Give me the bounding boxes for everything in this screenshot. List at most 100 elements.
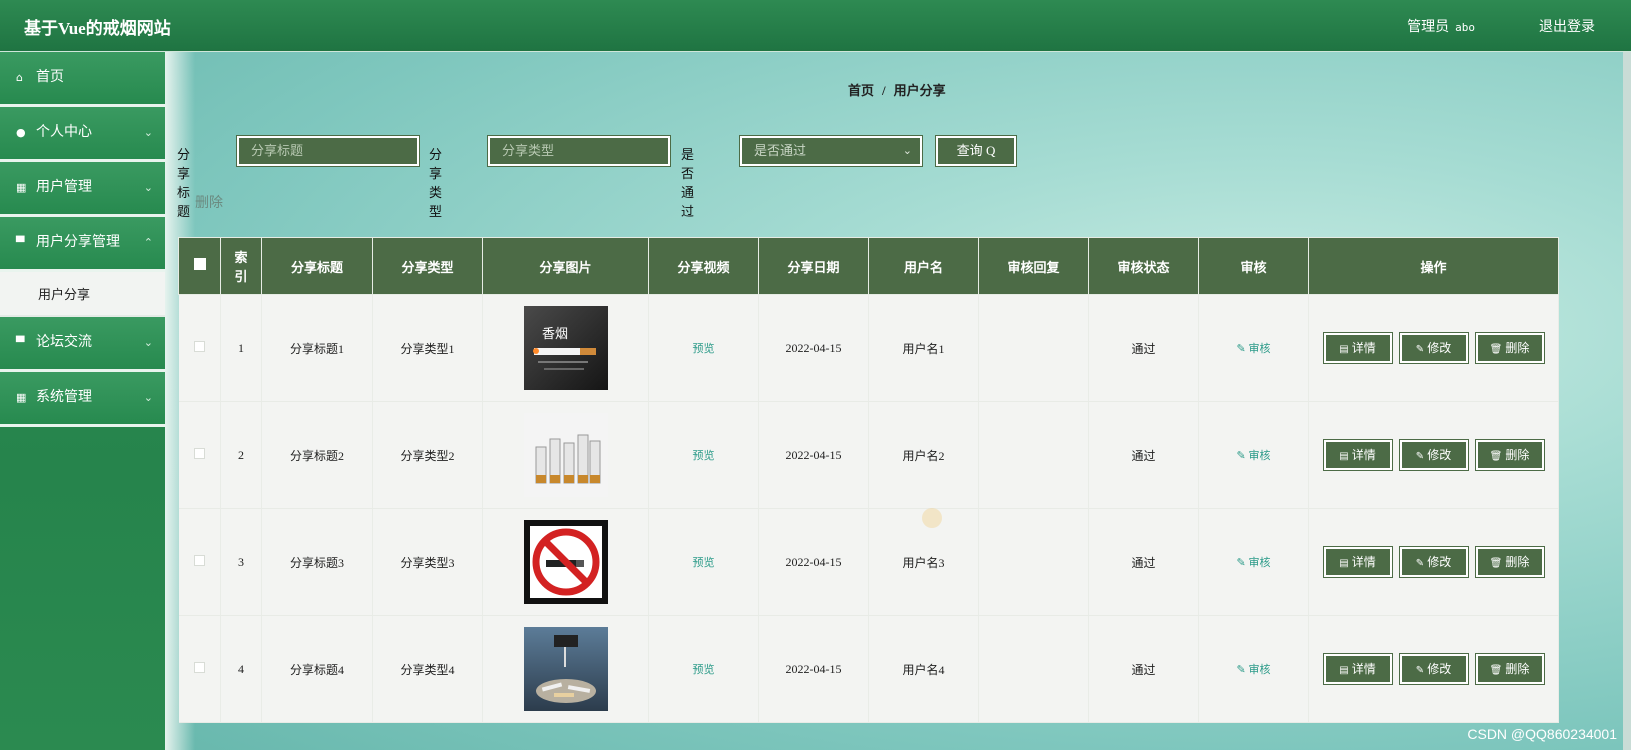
video-preview-link[interactable]: 预览 — [693, 343, 715, 355]
select-all-checkbox[interactable] — [193, 258, 206, 270]
header-audit: 审核 — [1198, 237, 1309, 295]
document-icon: ▤ — [1339, 665, 1349, 676]
row-checkbox[interactable] — [193, 554, 205, 566]
pass-status-select[interactable]: 是否通过 ⌄ — [739, 135, 923, 167]
audit-link[interactable]: ✎ 审核 — [1237, 664, 1271, 676]
header-audit-status: 审核状态 — [1088, 237, 1199, 295]
detail-button[interactable]: ▤ 详情 — [1322, 653, 1393, 685]
delete-button[interactable]: 🗑 删除 — [1474, 546, 1545, 578]
sidebar-item-label: 用户分享管理 — [36, 235, 120, 250]
video-preview-link[interactable]: 预览 — [693, 664, 715, 676]
search-icon: Q — [985, 143, 996, 158]
edit-button[interactable]: ✎ 修改 — [1398, 546, 1469, 578]
header-type: 分享类型 — [372, 237, 483, 295]
sidebar-item-system-management[interactable]: ▦ 系统管理 ⌄ — [0, 372, 165, 427]
edit-icon: ✎ — [1236, 343, 1249, 355]
row-checkbox[interactable] — [193, 447, 205, 459]
query-button[interactable]: 查询 Q — [935, 135, 1017, 167]
share-type-input[interactable] — [487, 135, 671, 167]
row-reply — [978, 508, 1089, 616]
sidebar-item-user-management[interactable]: ▦ 用户管理 ⌄ — [0, 162, 165, 217]
edit-button[interactable]: ✎ 修改 — [1398, 653, 1469, 685]
vertical-scrollbar[interactable] — [1623, 52, 1631, 750]
row-date: 2022-04-15 — [758, 615, 869, 723]
breadcrumb: 首页 / 用户分享 — [848, 83, 946, 98]
row-operations: ▤ 详情 ✎ 修改 🗑 删除 — [1308, 508, 1559, 616]
share-title-label: 分享标题 — [177, 147, 191, 219]
video-preview-link[interactable]: 预览 — [693, 557, 715, 569]
chat-icon: ▀ — [16, 336, 25, 349]
detail-button[interactable]: ▤ 详情 — [1322, 439, 1393, 471]
trash-icon: 🗑 — [1489, 344, 1503, 355]
logout-button[interactable]: 退出登录 — [1539, 16, 1595, 36]
edit-icon: ✎ — [1415, 558, 1425, 569]
row-status: 通过 — [1088, 401, 1199, 509]
audit-link[interactable]: ✎ 审核 — [1237, 343, 1271, 355]
edit-icon: ✎ — [1236, 450, 1249, 462]
document-icon: ▤ — [1339, 451, 1349, 462]
pass-status-label: 是否通过 — [681, 147, 695, 219]
table-row: 2 分享标题2 分享类型2 预览 2022-04-15 用户名2 通过 ✎ 审核… — [178, 401, 1559, 509]
trash-icon: 🗑 — [1489, 558, 1503, 569]
edit-button[interactable]: ✎ 修改 — [1398, 439, 1469, 471]
chevron-down-icon: ⌄ — [143, 181, 153, 194]
row-checkbox[interactable] — [193, 661, 205, 673]
row-index: 4 — [220, 615, 262, 723]
row-operations: ▤ 详情 ✎ 修改 🗑 删除 — [1308, 615, 1559, 723]
share-title-input[interactable] — [236, 135, 420, 167]
sidebar-item-forum[interactable]: ▀ 论坛交流 ⌄ — [0, 317, 165, 372]
batch-delete-button[interactable]: 删除 — [195, 192, 223, 212]
cigarette-image[interactable]: 香烟 — [523, 306, 608, 390]
row-date: 2022-04-15 — [758, 508, 869, 616]
current-user: 管理员 abo — [1407, 16, 1475, 36]
row-title: 分享标题3 — [261, 508, 373, 616]
table-header-row: 索引 分享标题 分享类型 分享图片 分享视频 分享日期 用户名 审核回复 审核状… — [178, 237, 1559, 295]
table-row: 1 分享标题1 分享类型1 香烟 预览 2022-04-15 用户名1 通过 ✎… — [178, 294, 1559, 402]
top-bar: 基于Vue的戒烟网站 管理员 abo 退出登录 — [0, 0, 1631, 52]
sidebar-item-share-management[interactable]: ▀ 用户分享管理 ⌃ — [0, 217, 165, 272]
edit-button[interactable]: ✎ 修改 — [1398, 332, 1469, 364]
select-all-header — [178, 237, 221, 295]
row-title: 分享标题4 — [261, 615, 373, 723]
sidebar-item-home[interactable]: ⌂ 首页 — [0, 52, 165, 107]
row-checkbox[interactable] — [193, 340, 205, 352]
row-image-cell: 香烟 — [482, 294, 649, 402]
row-status: 通过 — [1088, 615, 1199, 723]
username: abo — [1455, 21, 1475, 34]
document-icon: ▤ — [1339, 558, 1349, 569]
breadcrumb-home[interactable]: 首页 — [848, 83, 874, 98]
trash-icon: 🗑 — [1489, 451, 1503, 462]
sidebar-subitem-user-share[interactable]: 用户分享 — [0, 272, 165, 317]
row-image-cell — [482, 401, 649, 509]
delete-button[interactable]: 🗑 删除 — [1474, 653, 1545, 685]
no-smoking-sign-image[interactable] — [523, 520, 608, 604]
sidebar-item-personal-center[interactable]: ● 个人中心 ⌄ — [0, 107, 165, 162]
chevron-up-icon: ⌃ — [143, 236, 153, 249]
home-icon: ⌂ — [16, 71, 23, 84]
row-username: 用户名4 — [868, 615, 979, 723]
app-title: 基于Vue的戒烟网站 — [24, 19, 171, 38]
edit-icon: ✎ — [1236, 557, 1249, 569]
stop-cigarettes-image[interactable] — [523, 413, 608, 497]
row-status: 通过 — [1088, 294, 1199, 402]
detail-button[interactable]: ▤ 详情 — [1322, 332, 1393, 364]
row-status: 通过 — [1088, 508, 1199, 616]
delete-button[interactable]: 🗑 删除 — [1474, 439, 1545, 471]
mouse-cursor-highlight — [922, 508, 942, 528]
row-operations: ▤ 详情 ✎ 修改 🗑 删除 — [1308, 401, 1559, 509]
chevron-down-icon: ⌄ — [902, 144, 912, 157]
row-type: 分享类型1 — [372, 294, 483, 402]
edit-icon: ✎ — [1415, 451, 1425, 462]
header-operations: 操作 — [1308, 237, 1559, 295]
sidebar-item-label: 系统管理 — [36, 390, 92, 405]
row-reply — [978, 294, 1089, 402]
row-image-cell — [482, 615, 649, 723]
audit-link[interactable]: ✎ 审核 — [1237, 450, 1271, 462]
detail-button[interactable]: ▤ 详情 — [1322, 546, 1393, 578]
edit-icon: ✎ — [1415, 344, 1425, 355]
audit-link[interactable]: ✎ 审核 — [1237, 557, 1271, 569]
row-type: 分享类型2 — [372, 401, 483, 509]
quit-sign-image[interactable] — [523, 627, 608, 711]
delete-button[interactable]: 🗑 删除 — [1474, 332, 1545, 364]
video-preview-link[interactable]: 预览 — [693, 450, 715, 462]
